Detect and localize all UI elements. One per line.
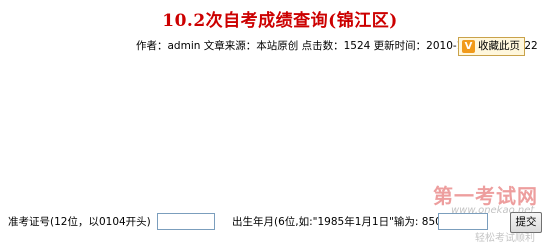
bookmark-label: 收藏此页 bbox=[478, 40, 520, 52]
favorite-icon: V bbox=[462, 40, 475, 53]
bookmark-page-button[interactable]: V 收藏此页 bbox=[458, 37, 525, 56]
submit-button[interactable]: 提交 bbox=[510, 212, 542, 233]
author-text: 作者：admin bbox=[136, 40, 201, 52]
click-count: 点击数：1524 bbox=[301, 40, 371, 52]
query-form: 准考证号(12位，以0104开头) 出生年月(6位,如:"1985年1月1日"输… bbox=[0, 211, 560, 235]
exam-id-label: 准考证号(12位，以0104开头) bbox=[8, 216, 151, 228]
watermark-title: 第一考试网 bbox=[433, 184, 538, 208]
exam-id-input[interactable] bbox=[157, 213, 215, 230]
birth-date-input[interactable] bbox=[438, 213, 488, 230]
source-text: 文章来源：本站原创 bbox=[203, 40, 299, 52]
birth-date-label: 出生年月(6位,如:"1985年1月1日"输为: 850101) bbox=[232, 216, 466, 228]
page-title: 10.2次自考成绩查询(锦江区) bbox=[162, 11, 398, 31]
